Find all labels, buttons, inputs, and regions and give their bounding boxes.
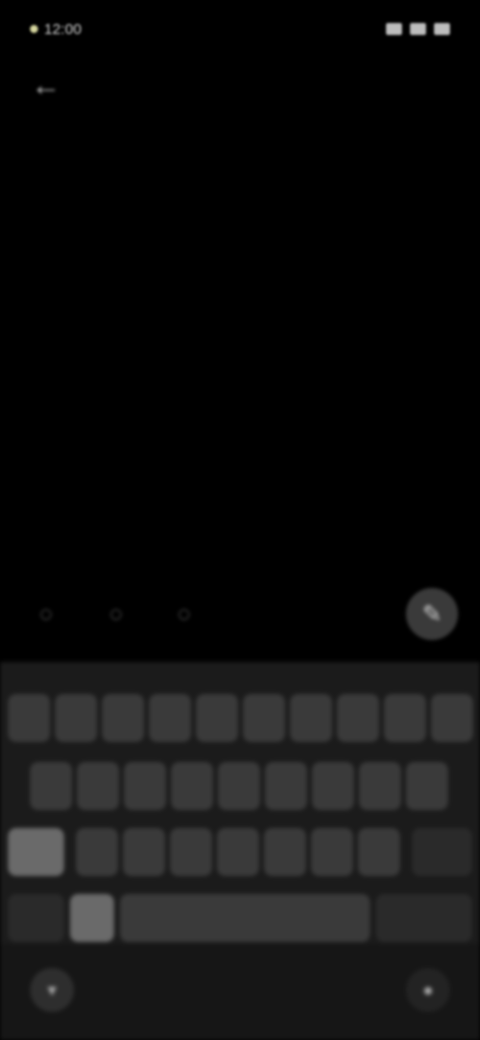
- keyboard-row-1: [0, 694, 480, 744]
- keyboard-key[interactable]: [218, 762, 260, 810]
- space-key[interactable]: [120, 894, 370, 942]
- mic-icon: ●: [422, 979, 434, 1000]
- keyboard-key[interactable]: [406, 762, 448, 810]
- signal-icon: [386, 23, 402, 35]
- status-time: 12:00: [44, 20, 82, 38]
- wifi-icon: [410, 23, 426, 35]
- keyboard-key[interactable]: [431, 694, 473, 742]
- back-button[interactable]: ←: [26, 66, 66, 106]
- keyboard-key[interactable]: [384, 694, 426, 742]
- keyboard-key[interactable]: [359, 762, 401, 810]
- keyboard-key[interactable]: [55, 694, 97, 742]
- edit-icon: ✎: [421, 600, 443, 628]
- keyboard-hide-icon: ▾: [47, 979, 57, 1000]
- share-button[interactable]: ◌: [100, 598, 132, 630]
- keyboard-key[interactable]: [170, 828, 212, 876]
- bookmark-button[interactable]: ◌: [168, 598, 200, 630]
- post-content: [20, 388, 460, 412]
- shift-key[interactable]: [8, 828, 64, 876]
- bookmark-icon: ◌: [177, 601, 191, 626]
- top-app-bar: ←: [0, 60, 480, 110]
- keyboard-key[interactable]: [358, 828, 400, 876]
- screen: 12:00 ← ◌ ◌ ◌ ✎ ▾ ●: [0, 0, 480, 1040]
- keyboard-key[interactable]: [196, 694, 238, 742]
- action-row: ◌ ◌ ◌ ✎: [0, 588, 480, 640]
- status-left: 12:00: [30, 21, 82, 38]
- keyboard-key[interactable]: [243, 694, 285, 742]
- enter-key[interactable]: [376, 894, 472, 942]
- status-bar: 12:00: [0, 14, 480, 44]
- keyboard-key[interactable]: [8, 694, 50, 742]
- keyboard-key[interactable]: [102, 694, 144, 742]
- keyboard-key[interactable]: [290, 694, 332, 742]
- keyboard-key[interactable]: [149, 694, 191, 742]
- keyboard-key[interactable]: [337, 694, 379, 742]
- compose-fab-button[interactable]: ✎: [406, 588, 458, 640]
- soft-keyboard: ▾ ●: [0, 662, 480, 1040]
- keyboard-row-4: [0, 894, 480, 944]
- backspace-key[interactable]: [412, 828, 472, 876]
- battery-icon: [434, 23, 450, 35]
- keyboard-row-2: [0, 762, 480, 812]
- keyboard-key[interactable]: [30, 762, 72, 810]
- arrow-back-icon: ←: [31, 69, 61, 102]
- comment-button[interactable]: ◌: [30, 598, 62, 630]
- keyboard-key[interactable]: [124, 762, 166, 810]
- keyboard-key[interactable]: [311, 828, 353, 876]
- keyboard-key[interactable]: [312, 762, 354, 810]
- keyboard-key[interactable]: [123, 828, 165, 876]
- keyboard-nav-bar: ▾ ●: [0, 944, 480, 1040]
- keyboard-key[interactable]: [171, 762, 213, 810]
- symbols-key[interactable]: [8, 894, 64, 942]
- keyboard-key[interactable]: [264, 828, 306, 876]
- keyboard-key[interactable]: [217, 828, 259, 876]
- share-icon: ◌: [109, 601, 123, 626]
- keyboard-hide-button[interactable]: ▾: [30, 968, 74, 1012]
- notification-dot-icon: [30, 25, 38, 33]
- mic-button[interactable]: ●: [406, 968, 450, 1012]
- status-right: [386, 23, 450, 35]
- keyboard-key[interactable]: [76, 828, 118, 876]
- emoji-key[interactable]: [70, 894, 114, 942]
- keyboard-key[interactable]: [265, 762, 307, 810]
- keyboard-key[interactable]: [77, 762, 119, 810]
- comment-icon: ◌: [39, 601, 53, 626]
- keyboard-row-3: [0, 828, 480, 878]
